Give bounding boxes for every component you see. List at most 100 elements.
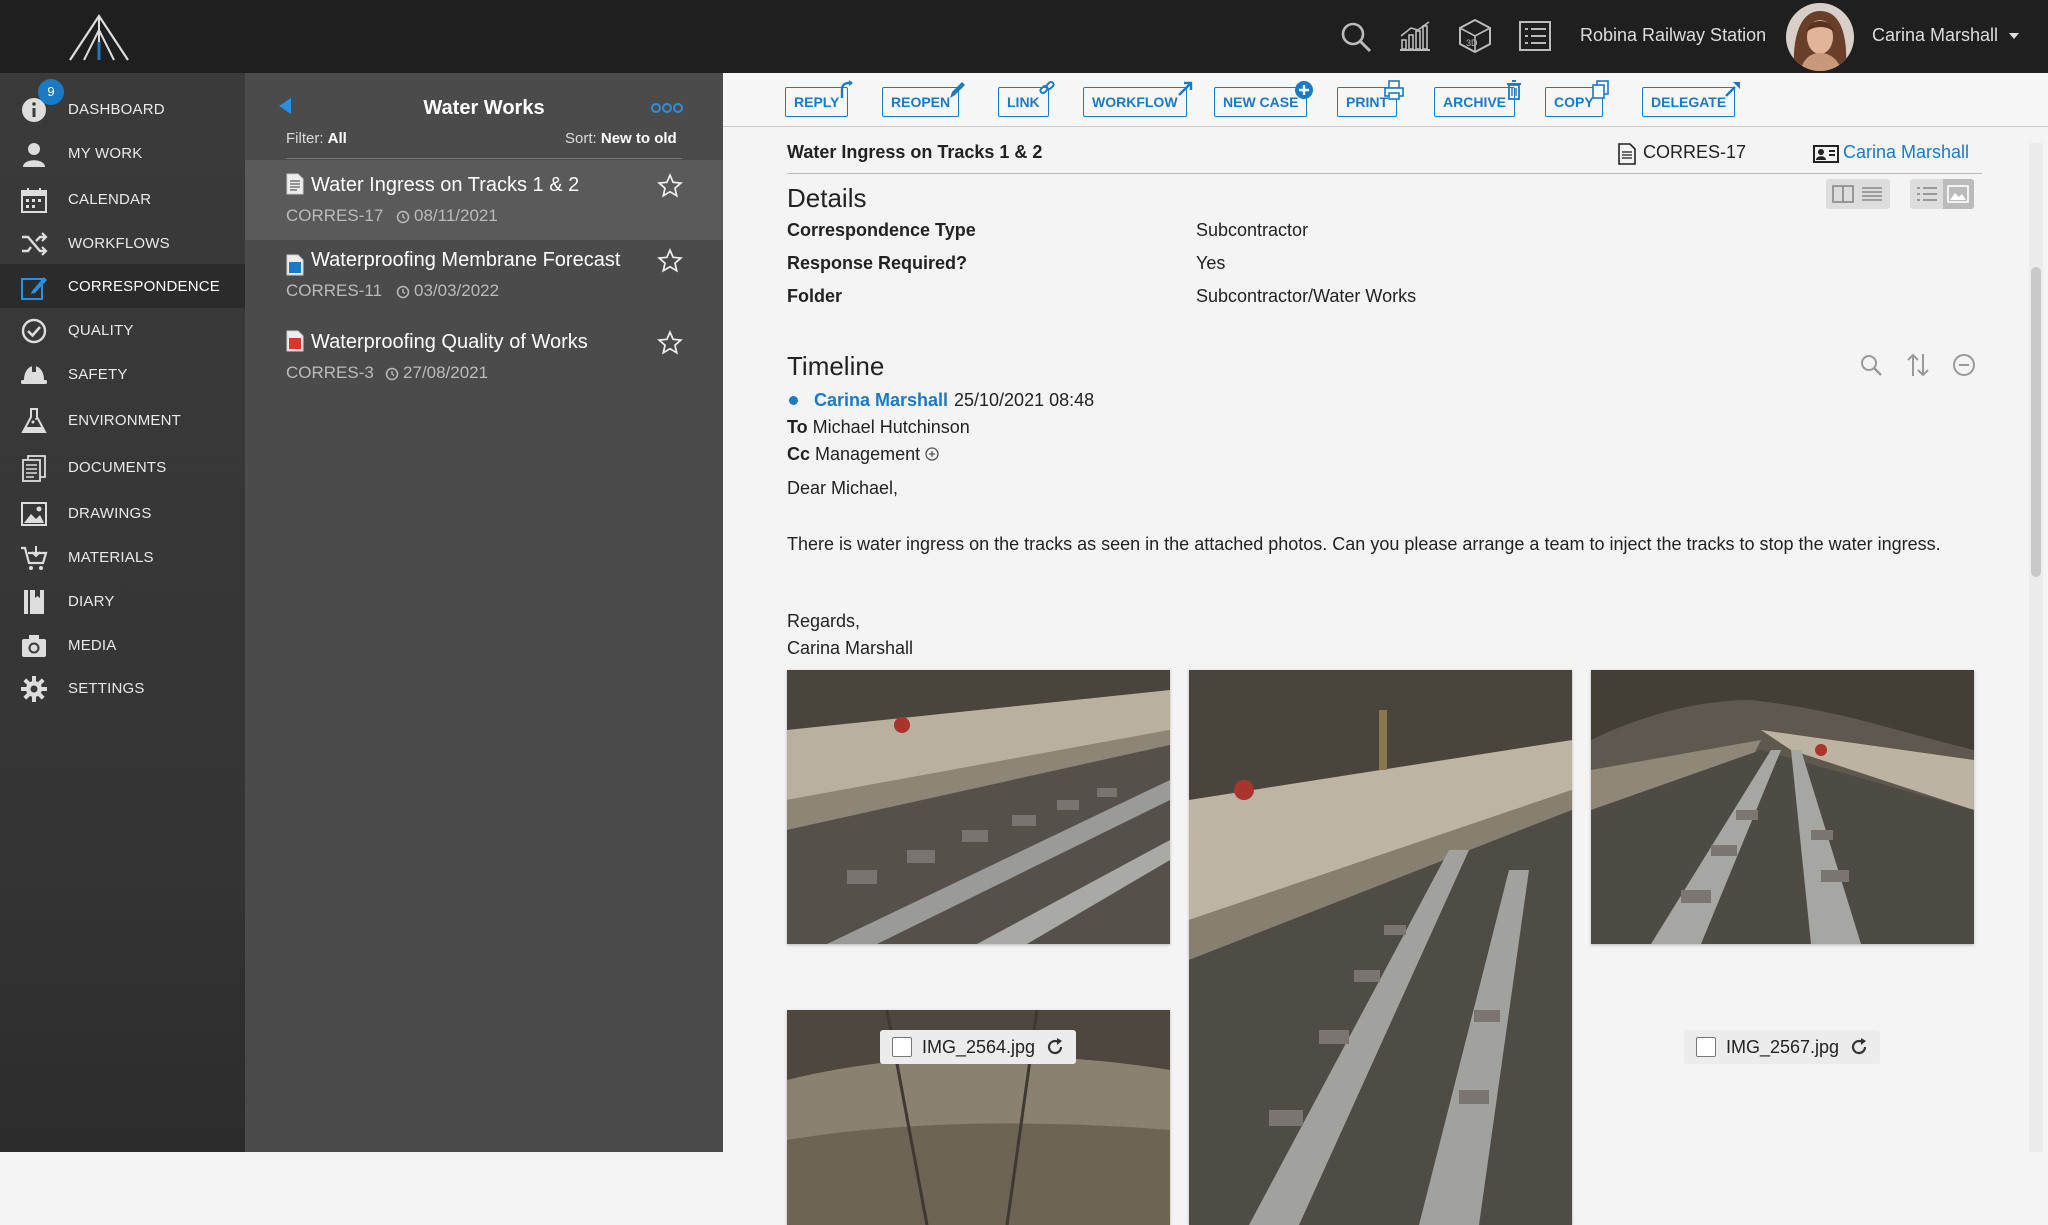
star-icon[interactable] <box>657 330 683 356</box>
workflow-button[interactable]: WORKFLOW <box>1083 81 1192 117</box>
scrollbar-track[interactable] <box>2029 143 2043 1152</box>
top-bar: 3D Robina Railway Station Carina Marshal… <box>0 0 2048 73</box>
attachment-checkbox[interactable] <box>1696 1037 1716 1057</box>
to-label: To <box>787 417 808 437</box>
analytics-icon[interactable] <box>1398 20 1432 57</box>
split-view-icon <box>1832 185 1854 203</box>
divider <box>787 173 1982 174</box>
app-logo-icon[interactable] <box>66 12 132 67</box>
star-icon[interactable] <box>657 248 683 274</box>
message-signoff: Regards, <box>787 611 861 631</box>
sidebar-item-media[interactable]: MEDIA <box>0 623 245 667</box>
user-menu[interactable]: Carina Marshall <box>1872 25 2020 46</box>
sidebar-item-drawings[interactable]: DRAWINGS <box>0 491 245 535</box>
delegate-icon <box>1725 82 1741 97</box>
gallery-view-icon <box>1947 185 1969 203</box>
button-label: NEW CASE <box>1223 94 1299 110</box>
collapse-icon[interactable] <box>1952 353 1976 377</box>
layout-toggle[interactable] <box>1826 179 1890 209</box>
record-owner-link[interactable]: Carina Marshall <box>1843 142 1969 163</box>
refresh-icon[interactable] <box>1045 1037 1065 1057</box>
scrollbar-thumb[interactable] <box>2031 267 2041 577</box>
sidebar-item-quality[interactable]: QUALITY <box>0 308 245 352</box>
attachment-filename[interactable]: IMG_2567.jpg <box>1726 1037 1839 1058</box>
attachment-filename[interactable]: IMG_2564.jpg <box>922 1037 1035 1058</box>
sidebar-item-environment[interactable]: ENVIRONMENT <box>0 398 245 442</box>
document-red-icon <box>286 330 304 352</box>
tunnel-track-photo <box>787 670 1170 944</box>
attachment-photo[interactable] <box>787 670 1170 944</box>
detail-label: Response Required? <box>787 253 968 273</box>
reopen-button[interactable]: REOPEN <box>882 82 966 117</box>
list-item[interactable]: Waterproofing Quality of Works CORRES-3 … <box>245 323 723 403</box>
archive-button[interactable]: ARCHIVE <box>1434 80 1522 117</box>
sidebar-item-safety[interactable]: SAFETY <box>0 352 245 396</box>
filter-control[interactable]: Filter: All <box>286 130 347 147</box>
sort-icon[interactable] <box>1906 352 1930 378</box>
sidebar-item-label: CORRESPONDENCE <box>68 277 220 295</box>
record-ref: CORRES-17 <box>1643 142 1747 162</box>
contact-card-icon <box>1813 145 1839 163</box>
button-label: COPY <box>1554 94 1594 110</box>
search-icon[interactable] <box>1340 21 1372 58</box>
3d-model-icon[interactable]: 3D <box>1458 18 1492 59</box>
star-icon[interactable] <box>657 173 683 199</box>
more-options-icon[interactable] <box>651 101 683 119</box>
button-label: PRINT <box>1346 94 1388 110</box>
notification-badge: 9 <box>38 79 64 105</box>
chevron-down-icon <box>2009 33 2020 40</box>
message-body: There is water ingress on the tracks as … <box>787 534 1941 554</box>
sidebar-item-my-work[interactable]: MY WORK <box>0 131 245 175</box>
button-label: ARCHIVE <box>1443 94 1507 110</box>
link-button[interactable]: LINK <box>998 80 1055 117</box>
timeline-heading: Timeline <box>787 351 885 381</box>
link-icon <box>1039 80 1055 95</box>
document-icon <box>286 173 304 195</box>
sidebar: 9 DASHBOARD MY WORK CALENDAR WORKFLOWS C… <box>0 73 245 1152</box>
sidebar-item-workflows[interactable]: WORKFLOWS <box>0 221 245 265</box>
attachment-photo[interactable] <box>1189 670 1572 1225</box>
pencil-icon <box>950 82 966 98</box>
view-mode-toggle[interactable] <box>1910 179 1974 209</box>
list-item-ref: CORRES-3 <box>286 363 374 382</box>
reply-icon <box>841 80 854 98</box>
print-button[interactable]: PRINT <box>1337 80 1404 117</box>
sidebar-item-label: MY WORK <box>68 144 143 162</box>
attachment-caption: IMG_2564.jpg <box>880 1030 1076 1064</box>
sidebar-item-materials[interactable]: MATERIALS <box>0 535 245 579</box>
list-icon[interactable] <box>1518 20 1552 57</box>
sidebar-item-dashboard[interactable]: DASHBOARD <box>0 87 245 131</box>
cc-recipient: Management <box>815 444 921 464</box>
sidebar-item-documents[interactable]: DOCUMENTS <box>0 445 245 489</box>
reply-button[interactable]: REPLY <box>785 80 854 117</box>
list-item[interactable]: Waterproofing Membrane Forecast CORRES-1… <box>245 241 723 321</box>
attachment-photo[interactable] <box>1591 670 1974 944</box>
refresh-icon[interactable] <box>1849 1037 1869 1057</box>
new-case-button[interactable]: NEW CASE <box>1214 81 1314 117</box>
sidebar-item-settings[interactable]: SETTINGS <box>0 666 245 710</box>
project-name[interactable]: Robina Railway Station <box>1580 25 1766 46</box>
avatar[interactable] <box>1786 3 1854 71</box>
print-icon <box>1384 80 1404 100</box>
search-icon[interactable] <box>1859 353 1883 377</box>
tunnel-track-photo <box>1189 670 1572 1225</box>
sidebar-item-calendar[interactable]: CALENDAR <box>0 177 245 221</box>
sort-control[interactable]: Sort: New to old <box>565 130 677 147</box>
sidebar-item-correspondence[interactable]: CORRESPONDENCE <box>0 264 245 308</box>
clock-icon <box>385 367 399 381</box>
sidebar-item-label: ENVIRONMENT <box>68 411 182 429</box>
expand-plus-icon[interactable] <box>925 447 939 461</box>
delegate-button[interactable]: DELEGATE <box>1642 82 1741 117</box>
sort-label: Sort: <box>565 130 597 147</box>
documents-icon <box>22 455 46 482</box>
detail-label: Folder <box>787 286 843 306</box>
list-item-date: 27/08/2021 <box>403 363 489 382</box>
book-icon <box>24 590 44 614</box>
timeline-author-link[interactable]: Carina Marshall <box>814 390 948 411</box>
attachment-checkbox[interactable] <box>892 1037 912 1057</box>
list-item[interactable]: Water Ingress on Tracks 1 & 2 CORRES-17 … <box>245 160 723 240</box>
copy-button[interactable]: COPY <box>1545 80 1609 117</box>
to-recipient: Michael Hutchinson <box>812 417 970 437</box>
detail-value: Subcontractor <box>1196 220 1309 240</box>
sidebar-item-diary[interactable]: DIARY <box>0 579 245 623</box>
